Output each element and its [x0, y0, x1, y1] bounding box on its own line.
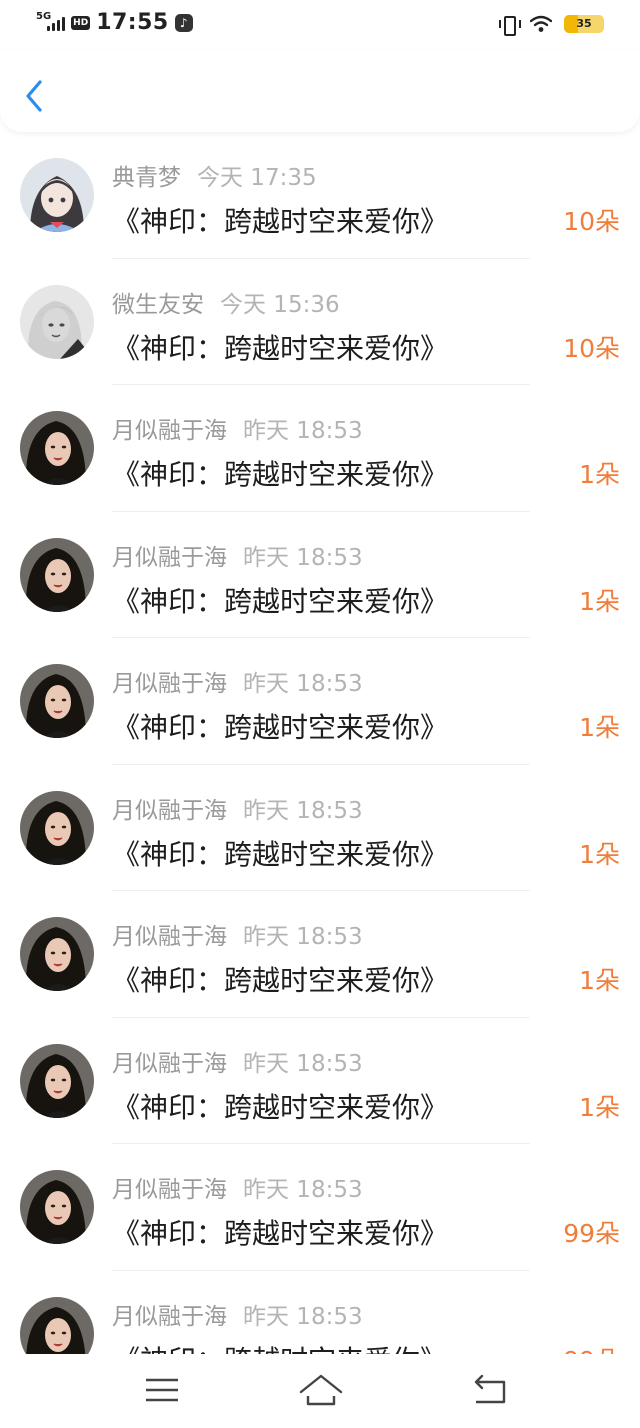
book-title[interactable]: 《神印：跨越时空来爱你》 — [112, 327, 448, 367]
battery-icon: 35 — [564, 15, 604, 33]
row-meta: 微生友安 今天 15:36 — [112, 285, 340, 319]
book-title[interactable]: 《神印：跨越时空来爱你》 — [112, 1339, 448, 1355]
status-right: 35 — [498, 14, 604, 36]
menu-button[interactable] — [142, 1372, 182, 1408]
username[interactable]: 月似融于海 — [112, 798, 227, 824]
gift-row[interactable]: 月似融于海 昨天 18:53 《神印：跨越时空来爱你》 1朵 — [0, 891, 640, 1018]
timestamp: 今天 17:35 — [197, 165, 317, 191]
row-meta: 月似融于海 昨天 18:53 — [112, 538, 363, 572]
back-nav-button[interactable] — [470, 1372, 510, 1408]
status-bar: 5G HD 17:55 ♪ 35 — [0, 0, 640, 50]
book-title[interactable]: 《神印：跨越时空来爱你》 — [112, 200, 448, 240]
flower-count: 1朵 — [579, 966, 620, 995]
row-meta: 月似融于海 昨天 18:53 — [112, 1044, 363, 1078]
chevron-left-icon — [26, 80, 42, 112]
gift-row[interactable]: 月似融于海 昨天 18:53 《神印：跨越时空来爱你》 1朵 — [0, 512, 640, 638]
book-title[interactable]: 《神印：跨越时空来爱你》 — [112, 1086, 448, 1126]
avatar[interactable] — [20, 158, 94, 232]
flower-count: 1朵 — [579, 586, 620, 616]
avatar[interactable] — [20, 537, 94, 612]
gift-list: 典青梦 今天 17:35 《神印：跨越时空来爱你》 10朵 微生友安 今天 15:36 《神… — [0, 132, 640, 1354]
system-navigation-bar — [0, 1354, 640, 1428]
nav-bar — [0, 50, 640, 132]
row-meta: 月似融于海 昨天 18:53 — [112, 917, 363, 951]
gift-row[interactable]: 月似融于海昨天 18:53 《神印：跨越时空来爱你》 99朵 — [0, 1271, 640, 1355]
network-type: 5G — [36, 11, 52, 22]
avatar[interactable] — [20, 284, 94, 359]
book-title[interactable]: 《神印：跨越时空来爱你》 — [112, 706, 448, 746]
home-icon — [299, 1374, 343, 1406]
flower-count: 1朵 — [579, 839, 620, 869]
username[interactable]: 典青梦 — [112, 165, 181, 191]
username[interactable]: 月似融于海 — [112, 418, 227, 444]
row-meta: 月似融于海 昨天 18:53 — [112, 411, 363, 445]
menu-icon — [146, 1378, 178, 1402]
timestamp: 昨天 18:53 — [243, 1303, 363, 1330]
flower-count: 10朵 — [563, 207, 620, 236]
tiktok-icon: ♪ — [174, 13, 193, 32]
avatar[interactable] — [20, 1296, 94, 1354]
row-meta: 典青梦 今天 17:35 — [112, 158, 317, 192]
timestamp: 昨天 18:53 — [243, 671, 363, 697]
book-title[interactable]: 《神印：跨越时空来爱你》 — [112, 959, 448, 999]
timestamp: 昨天 18:53 — [243, 1177, 363, 1203]
avatar[interactable] — [20, 664, 94, 738]
username[interactable]: 月似融于海 — [112, 1177, 227, 1203]
username[interactable]: 月似融于海 — [112, 1051, 227, 1077]
timestamp: 昨天 18:53 — [243, 418, 363, 444]
gift-row[interactable]: 典青梦 今天 17:35 《神印：跨越时空来爱你》 10朵 — [0, 132, 640, 259]
vibrate-icon — [498, 14, 521, 36]
wifi-icon — [530, 15, 552, 32]
flower-count: 99朵 — [563, 1219, 620, 1248]
gift-row[interactable]: 月似融于海 昨天 18:53 《神印：跨越时空来爱你》 1朵 — [0, 385, 640, 512]
row-meta: 月似融于海 昨天 18:53 — [112, 791, 363, 825]
avatar[interactable] — [20, 411, 94, 485]
username[interactable]: 月似融于海 — [112, 1304, 227, 1330]
back-button[interactable] — [20, 78, 50, 114]
hd-icon: HD — [71, 15, 91, 30]
status-left: 5G HD 17:55 ♪ — [36, 10, 193, 35]
username[interactable]: 月似融于海 — [112, 545, 227, 571]
back-icon — [474, 1374, 506, 1404]
timestamp: 昨天 18:53 — [243, 544, 363, 571]
book-title[interactable]: 《神印：跨越时空来爱你》 — [112, 453, 448, 493]
avatar[interactable] — [20, 790, 94, 865]
clock: 17:55 — [96, 10, 169, 35]
flower-count: 10朵 — [563, 333, 620, 363]
battery-level: 35 — [576, 17, 592, 30]
gift-row[interactable]: 月似融于海 昨天 18:53 《神印：跨越时空来爱你》 1朵 — [0, 765, 640, 891]
username[interactable]: 月似融于海 — [112, 924, 227, 950]
timestamp: 今天 15:36 — [220, 291, 340, 318]
username[interactable]: 月似融于海 — [112, 671, 227, 697]
timestamp: 昨天 18:53 — [243, 1050, 363, 1077]
gift-row[interactable]: 月似融于海 昨天 18:53 《神印：跨越时空来爱你》 1朵 — [0, 638, 640, 765]
book-title[interactable]: 《神印：跨越时空来爱你》 — [112, 1212, 448, 1252]
timestamp: 昨天 18:53 — [243, 924, 363, 950]
flower-count: 1朵 — [579, 713, 620, 742]
avatar[interactable] — [20, 1043, 94, 1118]
gift-row[interactable]: 微生友安 今天 15:36 《神印：跨越时空来爱你》 10朵 — [0, 259, 640, 385]
username[interactable]: 微生友安 — [112, 292, 204, 318]
book-title[interactable]: 《神印：跨越时空来爱你》 — [112, 833, 448, 873]
gift-row[interactable]: 月似融于海 昨天 18:53 《神印：跨越时空来爱你》 1朵 — [0, 1018, 640, 1144]
row-meta: 月似融于海 昨天 18:53 — [112, 1170, 363, 1204]
flower-count: 1朵 — [579, 460, 620, 489]
flower-count: 99朵 — [563, 1341, 620, 1355]
flower-count: 1朵 — [579, 1092, 620, 1122]
book-title[interactable]: 《神印：跨越时空来爱你》 — [112, 580, 448, 620]
row-meta: 月似融于海 昨天 18:53 — [112, 1297, 363, 1331]
avatar[interactable] — [20, 1170, 94, 1244]
row-meta: 月似融于海 昨天 18:53 — [112, 664, 363, 698]
home-button[interactable] — [298, 1372, 344, 1408]
timestamp: 昨天 18:53 — [243, 797, 363, 824]
gift-row[interactable]: 月似融于海昨天 18:53 《神印：跨越时空来爱你》 99朵 — [0, 1144, 640, 1271]
avatar[interactable] — [20, 917, 94, 991]
